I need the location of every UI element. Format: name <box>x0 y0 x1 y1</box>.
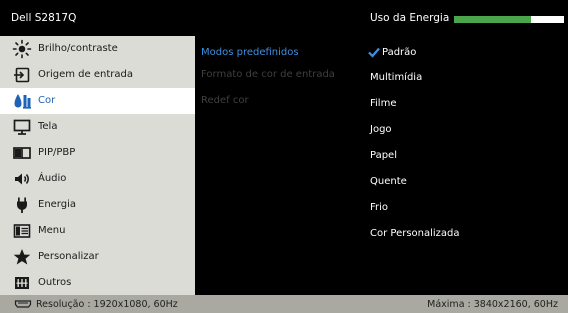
option-movie[interactable]: Filme <box>370 98 396 109</box>
star-icon <box>12 247 32 267</box>
submenu-item-reset-color: Redef cor <box>201 95 249 106</box>
option-game[interactable]: Jogo <box>370 124 392 135</box>
option-standard[interactable]: Padrão <box>368 46 417 58</box>
pip-icon <box>12 143 32 163</box>
menu-item-label: Outros <box>38 277 72 288</box>
menu-item-label: Cor <box>38 95 56 106</box>
menu-item-audio[interactable]: Áudio <box>0 166 195 192</box>
menu-item-input-source[interactable]: Origem de entrada <box>0 62 195 88</box>
energy-usage-label: Uso da Energia <box>370 12 450 24</box>
menu-item-label: PIP/PBP <box>38 147 76 158</box>
power-icon <box>12 195 32 215</box>
menu-item-brightness-contrast[interactable]: Brilho/contraste <box>0 36 195 62</box>
menu-item-display[interactable]: Tela <box>0 114 195 140</box>
main-menu: Brilho/contraste Origem de entrada Cor T… <box>0 36 195 295</box>
maximum-resolution: Máxima : 3840x2160, 60Hz <box>427 299 558 310</box>
menu-item-label: Origem de entrada <box>38 69 133 80</box>
display-icon <box>12 117 32 137</box>
submenu-item-preset-modes[interactable]: Modos predefinidos <box>201 47 299 58</box>
menu-item-label: Menu <box>38 225 66 236</box>
menu-item-others[interactable]: Outros <box>0 270 195 296</box>
menu-item-label: Tela <box>38 121 58 132</box>
menu-item-power[interactable]: Energia <box>0 192 195 218</box>
option-warm[interactable]: Quente <box>370 176 407 187</box>
menu-item-personalize[interactable]: Personalizar <box>0 244 195 270</box>
energy-usage-fill <box>454 16 531 23</box>
color-submenu: Modos predefinidos Formato de cor de ent… <box>195 36 360 295</box>
osd-footer: Resolução : 1920x1080, 60Hz Máxima : 384… <box>0 295 568 313</box>
menu-icon <box>12 221 32 241</box>
option-cool[interactable]: Frio <box>370 202 388 213</box>
color-icon <box>12 91 32 111</box>
option-multimedia[interactable]: Multimídia <box>370 72 422 83</box>
menu-item-label: Áudio <box>38 173 67 184</box>
checkmark-icon <box>368 46 380 58</box>
others-icon <box>12 273 32 293</box>
menu-item-pip-pbp[interactable]: PIP/PBP <box>0 140 195 166</box>
monitor-osd: Dell S2817Q Uso da Energia Brilho/contra… <box>0 0 568 313</box>
menu-item-label: Personalizar <box>38 251 99 262</box>
menu-item-label: Energia <box>38 199 76 210</box>
monitor-model: Dell S2817Q <box>11 12 77 24</box>
preset-mode-options: Padrão Multimídia Filme Jogo Papel Quent… <box>360 36 568 295</box>
option-custom-color[interactable]: Cor Personalizada <box>370 228 460 239</box>
energy-usage-bar <box>454 16 564 23</box>
brightness-icon <box>12 39 32 59</box>
hdmi-connector-icon <box>14 298 32 310</box>
menu-item-color[interactable]: Cor <box>0 88 195 114</box>
option-paper[interactable]: Papel <box>370 150 397 161</box>
submenu-item-input-color-format: Formato de cor de entrada <box>201 69 335 80</box>
audio-icon <box>12 169 32 189</box>
menu-item-label: Brilho/contraste <box>38 43 118 54</box>
osd-header: Dell S2817Q Uso da Energia <box>0 0 568 36</box>
option-label: Padrão <box>382 47 417 58</box>
input-source-icon <box>12 65 32 85</box>
menu-item-menu[interactable]: Menu <box>0 218 195 244</box>
current-resolution: Resolução : 1920x1080, 60Hz <box>36 299 178 310</box>
